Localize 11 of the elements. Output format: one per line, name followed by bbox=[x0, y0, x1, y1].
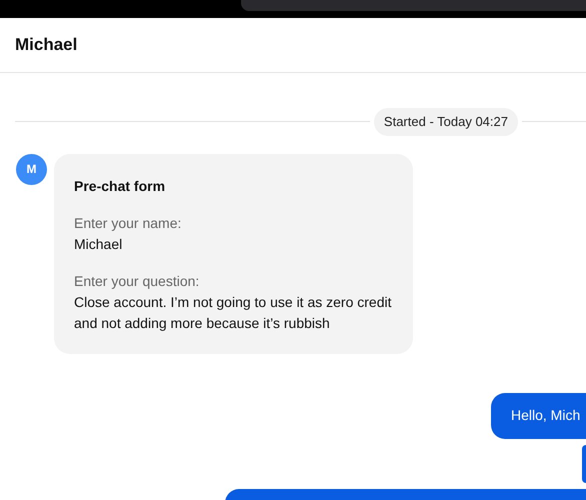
field-value: Close account. I’m not going to use it as zero credit and not adding more because it’s rubbish bbox=[74, 292, 392, 333]
chat-start-label: Started - Today 04:27 bbox=[374, 108, 518, 136]
field-value: Michael bbox=[74, 234, 124, 254]
form-title: Pre-chat form bbox=[74, 176, 166, 196]
message-bubble: Hello, Mich bbox=[491, 392, 586, 438]
message-bubble bbox=[582, 444, 586, 482]
field-label: Enter your question: bbox=[74, 272, 200, 291]
search-field[interactable] bbox=[241, 0, 586, 11]
field-label: Enter your name: bbox=[74, 214, 182, 233]
chat-title: Michael bbox=[15, 34, 78, 56]
avatar: M bbox=[16, 154, 47, 184]
